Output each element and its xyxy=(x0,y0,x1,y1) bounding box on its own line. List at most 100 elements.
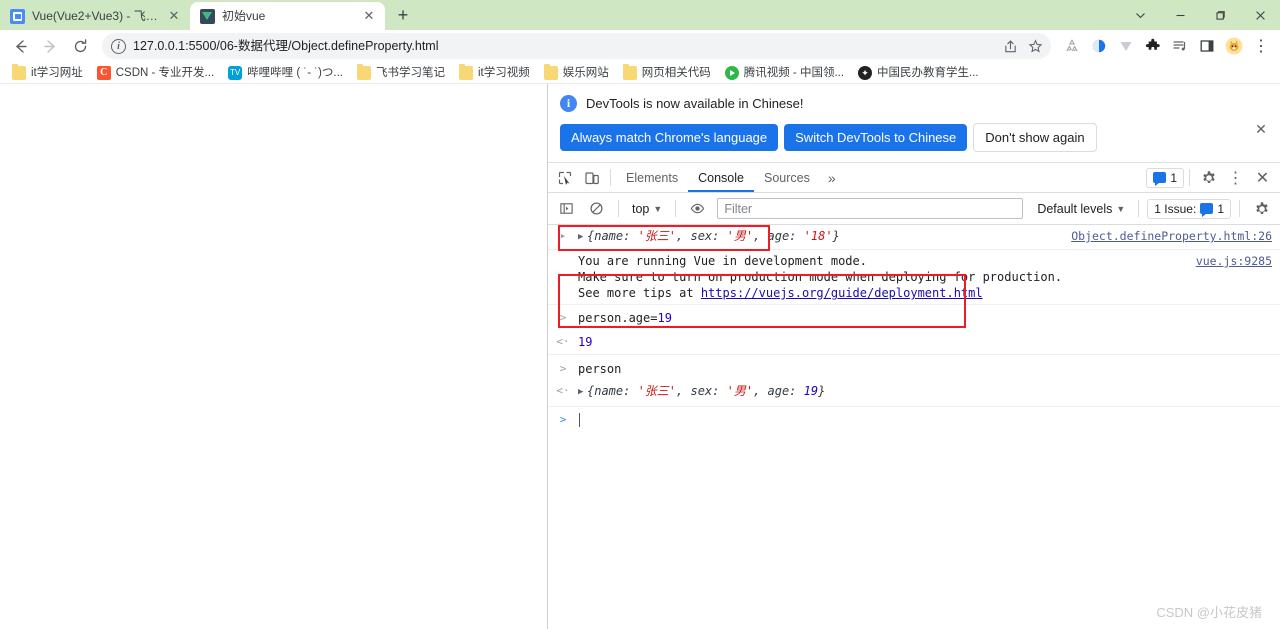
maximize-icon[interactable] xyxy=(1200,0,1240,30)
browser-circle-icon[interactable] xyxy=(1086,33,1112,59)
always-match-language-button[interactable]: Always match Chrome's language xyxy=(560,124,779,151)
browser-tab-1[interactable]: 初始vue ✕ xyxy=(190,2,385,30)
vue-icon xyxy=(200,8,215,24)
execution-context-selector[interactable]: top ▼ xyxy=(627,202,667,216)
close-icon[interactable]: ✕ xyxy=(361,8,377,24)
console-source-link[interactable]: Object.defineProperty.html:26 xyxy=(1059,228,1272,244)
obj-part: '男' xyxy=(726,384,754,398)
divider xyxy=(675,200,677,217)
bookmark-item[interactable]: 飞书学习笔记 xyxy=(351,64,451,82)
obj-part: , age: xyxy=(753,229,804,243)
console-prompt[interactable]: > xyxy=(548,407,1280,431)
tab-elements[interactable]: Elements xyxy=(616,163,688,192)
devtools-panel: i DevTools is now available in Chinese! … xyxy=(547,84,1280,629)
bookmark-item[interactable]: 网页相关代码 xyxy=(617,64,717,82)
new-tab-button[interactable]: + xyxy=(389,1,417,29)
more-tabs-icon[interactable]: » xyxy=(820,170,844,186)
gear-icon[interactable] xyxy=(1195,164,1222,191)
bookmark-item[interactable]: 腾讯视频 - 中国领... xyxy=(719,64,850,82)
tab-sources[interactable]: Sources xyxy=(754,163,820,192)
playlist-icon[interactable] xyxy=(1167,33,1193,59)
obj-part: {name: xyxy=(587,384,638,398)
avatar[interactable] xyxy=(1221,33,1247,59)
console-result[interactable]: <· 19 xyxy=(548,330,1280,355)
side-panel-icon[interactable] xyxy=(1194,33,1220,59)
bookmark-label: 腾讯视频 - 中国领... xyxy=(743,66,845,79)
chevron-down-icon: ▼ xyxy=(1116,203,1126,214)
obj-part: '张三' xyxy=(637,384,677,398)
console-message[interactable]: ▸ ▶ {name: '张三', sex: '男', age: '18'} Obj… xyxy=(548,225,1280,250)
share-icon[interactable] xyxy=(998,34,1022,58)
tab-console[interactable]: Console xyxy=(688,163,754,192)
expand-arrow-icon[interactable]: ▶ xyxy=(578,384,587,400)
folder-icon xyxy=(12,64,26,80)
dont-show-again-button[interactable]: Don't show again xyxy=(973,123,1097,152)
info-icon: i xyxy=(560,95,577,112)
forward-icon[interactable] xyxy=(36,32,64,60)
issues-summary-badge[interactable]: 1 Issue: 1 xyxy=(1147,198,1231,219)
console-output[interactable]: ▸ ▶ {name: '张三', sex: '男', age: '18'} Obj… xyxy=(548,225,1280,629)
device-toolbar-icon[interactable] xyxy=(578,164,605,191)
browser-tab-0[interactable]: Vue(Vue2+Vue3) - 飞书云文档 ✕ xyxy=(0,2,190,30)
deployment-link[interactable]: https://vuejs.org/guide/deployment.html xyxy=(701,286,983,300)
bookmark-item[interactable]: it学习网址 xyxy=(6,64,89,82)
console-result[interactable]: <· ▶ {name: '张三', sex: '男', age: 19} xyxy=(548,380,1280,407)
kebab-menu-icon[interactable]: ⋮ xyxy=(1222,164,1249,191)
context-label: top xyxy=(632,201,650,216)
window-controls xyxy=(1120,0,1280,30)
tab-title: 初始vue xyxy=(222,9,266,23)
bookmark-item[interactable]: 娱乐网站 xyxy=(538,64,615,82)
inspect-element-icon[interactable] xyxy=(551,164,578,191)
live-expression-eye-icon[interactable] xyxy=(684,195,711,222)
bookmark-item[interactable]: it学习视频 xyxy=(453,64,536,82)
clear-console-icon[interactable] xyxy=(583,195,610,222)
console-input-echo[interactable]: > person.age=19 xyxy=(548,305,1280,330)
doc-icon xyxy=(10,8,25,24)
console-message-text: ▶ {name: '张三', sex: '男', age: '18'} xyxy=(578,228,1059,246)
bookmark-item[interactable]: C CSDN - 专业开发... xyxy=(91,64,220,82)
console-message[interactable]: You are running Vue in development mode.… xyxy=(548,250,1280,305)
log-levels-selector[interactable]: Default levels ▼ xyxy=(1032,202,1130,216)
close-icon[interactable]: ✕ xyxy=(166,8,182,24)
issues-count: 1 xyxy=(1217,201,1224,216)
switch-devtools-language-button[interactable]: Switch DevTools to Chinese xyxy=(784,124,968,151)
console-settings-gear-icon[interactable] xyxy=(1248,195,1275,222)
filter-input[interactable] xyxy=(717,198,1024,219)
bookmark-label: it学习视频 xyxy=(477,66,530,79)
bookmark-label: 网页相关代码 xyxy=(641,66,711,79)
omnibox-actions xyxy=(998,34,1047,58)
tab-strip: Vue(Vue2+Vue3) - 飞书云文档 ✕ 初始vue ✕ + xyxy=(0,0,1280,30)
input-expr: person xyxy=(578,362,622,376)
recycle-icon[interactable] xyxy=(1059,33,1085,59)
reload-icon[interactable] xyxy=(66,32,94,60)
extensions-bar: ⋮ xyxy=(1059,33,1274,59)
console-sidebar-icon[interactable] xyxy=(553,195,580,222)
folder-icon xyxy=(543,64,558,80)
v-shape-icon[interactable] xyxy=(1113,33,1139,59)
address-bar[interactable]: i 127.0.0.1:5500/06-数据代理/Object.definePr… xyxy=(102,33,1051,59)
bookmark-star-icon[interactable] xyxy=(1023,34,1047,58)
bookmark-item[interactable]: ✦ 中国民办教育学生... xyxy=(852,64,985,82)
chrome-menu-icon[interactable]: ⋮ xyxy=(1248,33,1274,59)
input-expr: person.age= xyxy=(578,311,658,325)
browser-toolbar: i 127.0.0.1:5500/06-数据代理/Object.definePr… xyxy=(0,30,1280,62)
puzzle-extension-icon[interactable] xyxy=(1140,33,1166,59)
obj-part: '张三' xyxy=(637,229,677,243)
vue-line-2: Make sure to turn on production mode whe… xyxy=(578,270,1063,284)
text-cursor xyxy=(579,413,580,427)
console-filter-bar: top ▼ Default levels ▼ 1 Issue: 1 xyxy=(548,193,1280,225)
close-devtools-icon[interactable]: ✕ xyxy=(1249,164,1276,191)
console-prompt-input[interactable] xyxy=(578,412,1272,428)
expand-arrow-icon[interactable]: ▶ xyxy=(578,229,587,245)
console-source-link[interactable]: vue.js:9285 xyxy=(1184,253,1272,269)
obj-part: , sex: xyxy=(676,229,727,243)
console-input-echo[interactable]: > person xyxy=(548,355,1280,380)
close-window-icon[interactable] xyxy=(1240,0,1280,30)
site-info-icon[interactable]: i xyxy=(111,38,126,54)
close-icon[interactable]: ✕ xyxy=(1252,120,1270,138)
minimize-icon[interactable] xyxy=(1160,0,1200,30)
bookmark-item[interactable]: TV 哔哩哔哩 ( ˙- ˙)つ... xyxy=(222,64,349,82)
issues-badge[interactable]: 1 xyxy=(1146,167,1184,188)
chevron-down-icon[interactable] xyxy=(1120,0,1160,30)
back-icon[interactable] xyxy=(6,32,34,60)
